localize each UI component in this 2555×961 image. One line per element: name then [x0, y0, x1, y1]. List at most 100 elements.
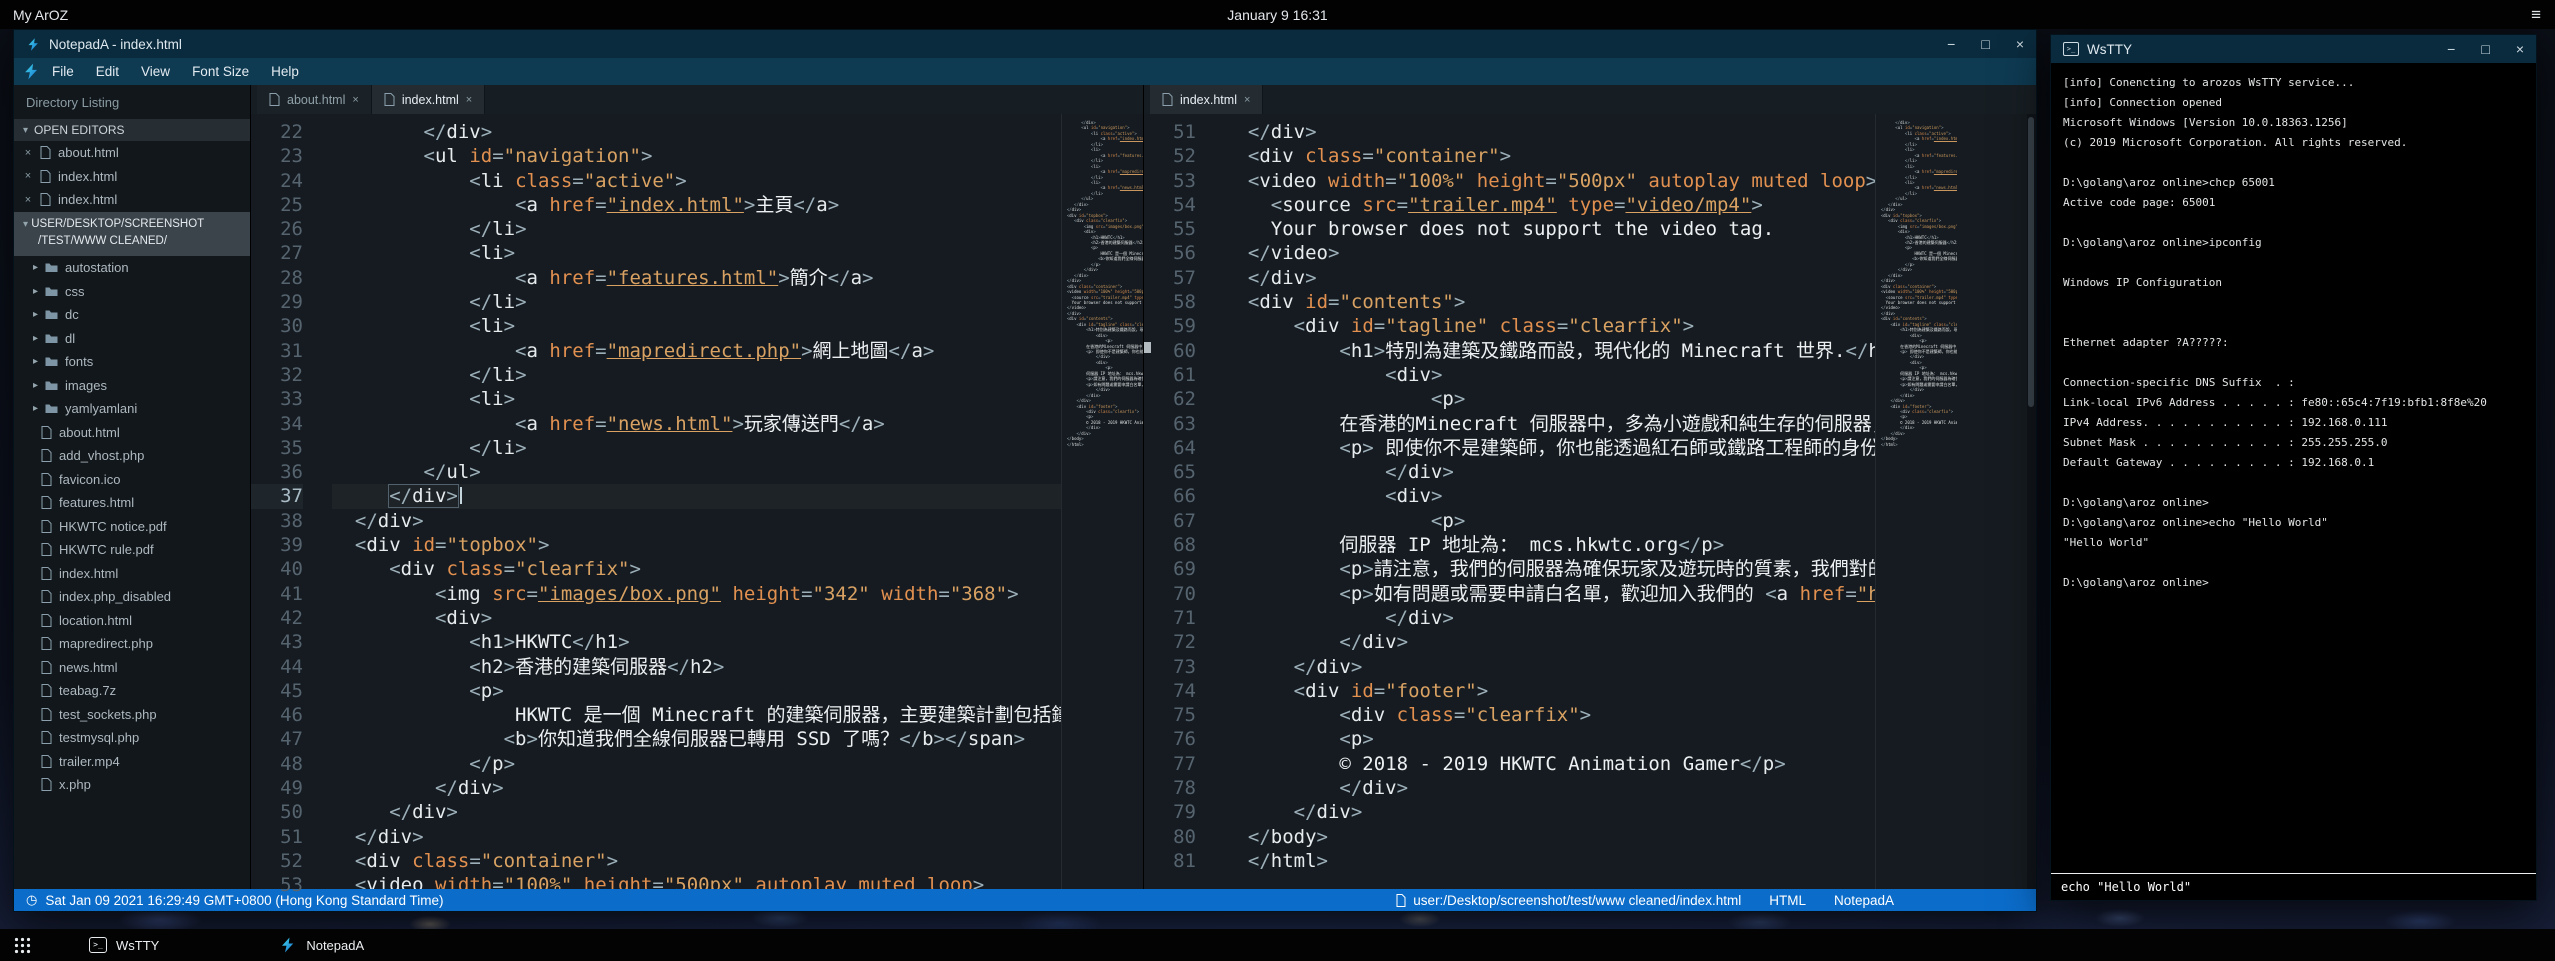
code-line[interactable]: </div>	[1225, 655, 1875, 679]
code-line[interactable]: <div id="topbox">	[332, 533, 1061, 557]
tree-file-news.html[interactable]: news.html	[14, 656, 250, 680]
menu-font-size[interactable]: Font Size	[181, 61, 260, 82]
tree-file-HKWTC-notice.pdf[interactable]: HKWTC notice.pdf	[14, 515, 250, 539]
tab-about.html[interactable]: about.html×	[257, 85, 372, 114]
menu-view[interactable]: View	[130, 61, 181, 82]
open-editor-item[interactable]: ×about.html	[14, 141, 250, 165]
taskbar-item-notepada[interactable]: NotepadA	[279, 936, 364, 954]
notepada-titlebar[interactable]: NotepadA - index.html − □ ×	[14, 30, 2036, 58]
close-icon[interactable]: ×	[23, 147, 33, 159]
code-line[interactable]: <div class="clearfix">	[1225, 703, 1875, 727]
close-icon[interactable]: ×	[23, 170, 33, 182]
code-line[interactable]: <div id="contents">	[1225, 290, 1875, 314]
code-area[interactable]: </div> <div class="container"> <video wi…	[1222, 114, 1875, 889]
code-line[interactable]: <div class="container">	[1225, 144, 1875, 168]
tree-file-about.html[interactable]: about.html	[14, 421, 250, 445]
minimap[interactable]: </div> <ul id="navigation"> <li class="a…	[1875, 114, 1957, 889]
app-grid-icon[interactable]	[14, 937, 31, 954]
code-line[interactable]: <li class="active">	[332, 169, 1061, 193]
terminal-output[interactable]: [info] Conencting to arozos WsTTY servic…	[2051, 63, 2536, 873]
code-line[interactable]: <p>	[1225, 509, 1875, 533]
code-line[interactable]: </div>	[332, 120, 1061, 144]
code-line[interactable]: <ul id="navigation">	[332, 144, 1061, 168]
wstty-titlebar[interactable]: >_ WsTTY − □ ×	[2051, 35, 2536, 63]
code-line[interactable]: <img src="images/box.png" height="342" w…	[332, 582, 1061, 606]
tab-index.html[interactable]: index.html×	[372, 85, 485, 114]
code-line[interactable]: <div class="container">	[332, 849, 1061, 873]
code-line[interactable]: <p>	[332, 679, 1061, 703]
tree-file-favicon.ico[interactable]: favicon.ico	[14, 468, 250, 492]
tree-folder-images[interactable]: ▸images	[14, 374, 250, 398]
code-line[interactable]: <video width="100%" height="500px" autop…	[1225, 169, 1875, 193]
code-line[interactable]: <a href="mapredirect.php">網上地圖</a>	[332, 339, 1061, 363]
code-line[interactable]: <div class="clearfix">	[332, 557, 1061, 581]
code-line[interactable]: <p>如有問題或需要申請白名單，歡迎加入我們的 <a href="https:/…	[1225, 582, 1875, 606]
code-line[interactable]: </div>	[1225, 460, 1875, 484]
tab-close-icon[interactable]: ×	[352, 94, 358, 106]
tree-file-location.html[interactable]: location.html	[14, 609, 250, 633]
code-line[interactable]: <div>	[332, 606, 1061, 630]
tree-file-trailer.mp4[interactable]: trailer.mp4	[14, 750, 250, 774]
code-line[interactable]: <div>	[1225, 363, 1875, 387]
close-icon[interactable]: ×	[23, 194, 33, 206]
code-line[interactable]: </body>	[1225, 825, 1875, 849]
maximize-button[interactable]: □	[1981, 37, 1989, 51]
code-line[interactable]: <p>請注意，我們的伺服器為確保玩家及遊玩時的質素，我們對的服務開	[1225, 557, 1875, 581]
menu-file[interactable]: File	[41, 61, 85, 82]
code-line[interactable]: </html>	[1225, 849, 1875, 873]
open-editor-item[interactable]: ×index.html	[14, 188, 250, 212]
code-line[interactable]: </div>	[332, 509, 1061, 533]
close-button[interactable]: ×	[2516, 42, 2524, 56]
code-line[interactable]: </p>	[332, 752, 1061, 776]
scrollbar-thumb[interactable]	[2028, 117, 2034, 407]
tree-file-mapredirect.php[interactable]: mapredirect.php	[14, 632, 250, 656]
tree-file-index.html[interactable]: index.html	[14, 562, 250, 586]
minimize-button[interactable]: −	[1947, 37, 1955, 51]
tree-folder-dl[interactable]: ▸dl	[14, 327, 250, 351]
tree-root-header[interactable]: ▾ USER/DESKTOP/SCREENSHOT /TEST/WWW CLEA…	[14, 212, 250, 257]
tree-file-test_sockets.php[interactable]: test_sockets.php	[14, 703, 250, 727]
code-line[interactable]: <p>	[1225, 727, 1875, 751]
menu-edit[interactable]: Edit	[85, 61, 130, 82]
minimize-button[interactable]: −	[2447, 42, 2455, 56]
code-line[interactable]: </div>	[1225, 776, 1875, 800]
start-menu-button[interactable]: My ArOZ	[0, 7, 68, 23]
tree-file-teabag.7z[interactable]: teabag.7z	[14, 679, 250, 703]
code-line[interactable]: <h1>特別為建築及鐵路而設，現代化的 Minecraft 世界.</h1>	[1225, 339, 1875, 363]
code-line[interactable]: </div>	[1225, 266, 1875, 290]
open-editors-header[interactable]: ▾ OPEN EDITORS	[14, 119, 250, 141]
code-line[interactable]: <source src="trailer.mp4" type="video/mp…	[1225, 193, 1875, 217]
tree-file-features.html[interactable]: features.html	[14, 491, 250, 515]
code-line[interactable]: <a href="index.html">主頁</a>	[332, 193, 1061, 217]
code-area[interactable]: </div> <ul id="navigation"> <li class="a…	[329, 114, 1061, 889]
code-line[interactable]: </video>	[1225, 241, 1875, 265]
code-line[interactable]: </li>	[332, 363, 1061, 387]
code-line[interactable]: <b>你知道我們全線伺服器已轉用 SSD 了嗎？</b></span>	[332, 727, 1061, 751]
minimap[interactable]: </div> <ul id="navigation"> <li class="a…	[1061, 114, 1143, 889]
code-line[interactable]: <div id="footer">	[1225, 679, 1875, 703]
code-line[interactable]: </li>	[332, 290, 1061, 314]
code-line[interactable]: HKWTC 是一個 Minecraft 的建築伺服器，主要建築計劃包括鐵路	[332, 703, 1061, 727]
code-line[interactable]: <a href="features.html">簡介</a>	[332, 266, 1061, 290]
code-line[interactable]: <video width="100%" height="500px" autop…	[332, 873, 1061, 889]
tree-file-x.php[interactable]: x.php	[14, 773, 250, 797]
code-line[interactable]: <p>	[1225, 387, 1875, 411]
code-line[interactable]: 伺服器 IP 地址為： mcs.hkwtc.org</p>	[1225, 533, 1875, 557]
tree-folder-fonts[interactable]: ▸fonts	[14, 350, 250, 374]
code-line[interactable]: </div>	[1225, 630, 1875, 654]
tree-folder-yamlyamlani[interactable]: ▸yamlyamlani	[14, 397, 250, 421]
split-handle[interactable]	[1144, 342, 1151, 353]
code-line[interactable]: 在香港的Minecraft 伺服器中，多為小遊戲和純生存的伺服器，較少擁有	[1225, 412, 1875, 436]
tree-file-HKWTC-rule.pdf[interactable]: HKWTC rule.pdf	[14, 538, 250, 562]
tab-close-icon[interactable]: ×	[466, 94, 472, 106]
code-line[interactable]: </li>	[332, 436, 1061, 460]
code-line[interactable]: </div>	[332, 800, 1061, 824]
code-line[interactable]: <li>	[332, 241, 1061, 265]
tree-folder-autostation[interactable]: ▸autostation	[14, 256, 250, 280]
code-line[interactable]: © 2018 - 2019 HKWTC Animation Gamer</p>	[1225, 752, 1875, 776]
code-line[interactable]: <p> 即使你不是建築師，你也能透過紅石師或鐵路工程師的身份加入我	[1225, 436, 1875, 460]
code-line[interactable]: </ul>	[332, 460, 1061, 484]
terminal-input[interactable]	[2061, 880, 2526, 894]
code-line[interactable]: <div id="tagline" class="clearfix">	[1225, 314, 1875, 338]
code-line[interactable]: <h1>HKWTC</h1>	[332, 630, 1061, 654]
